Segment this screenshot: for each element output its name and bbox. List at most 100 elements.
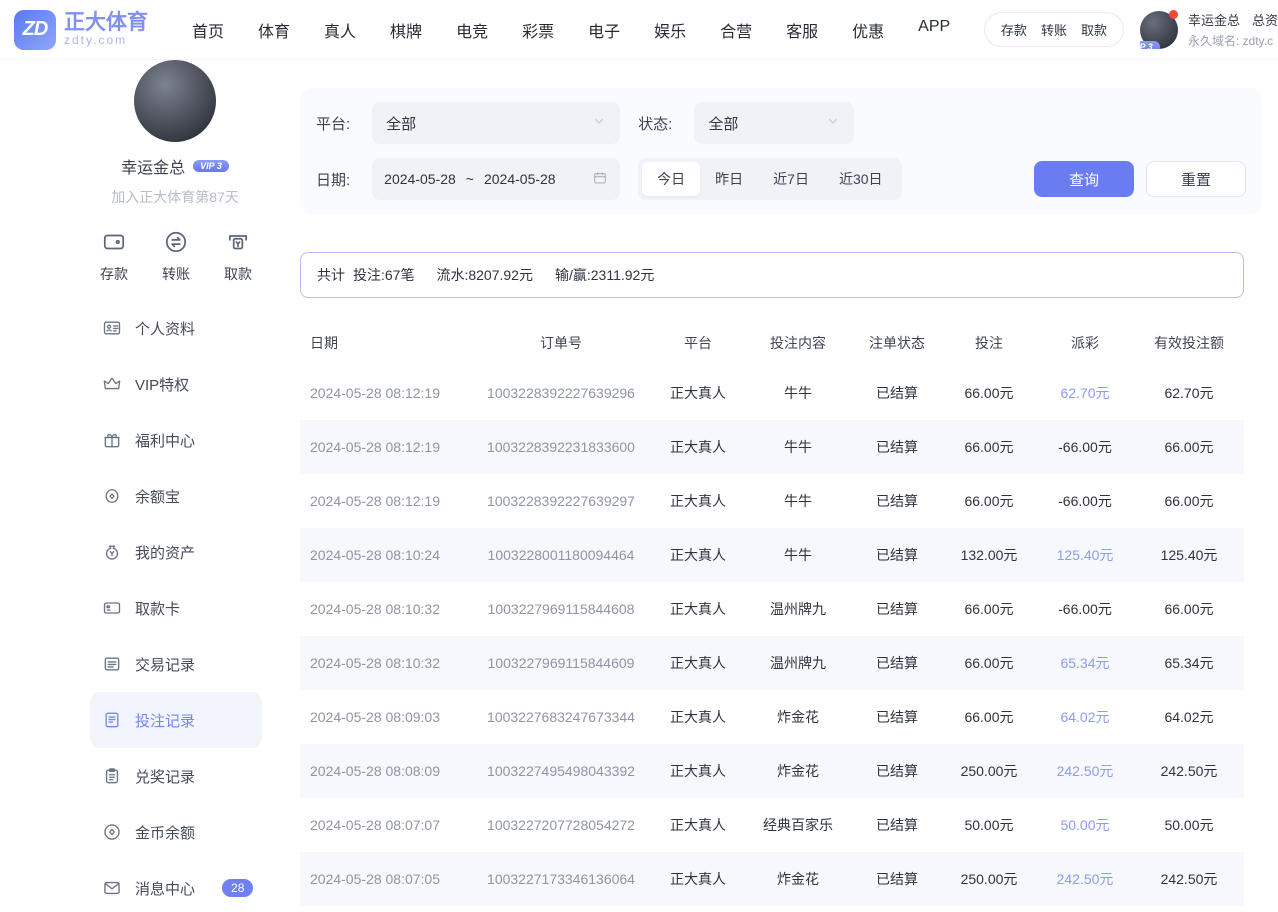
cell-platform: 正大真人 <box>652 852 744 906</box>
range-7days[interactable]: 近7日 <box>758 162 824 196</box>
sidebar-item-withdraw-card[interactable]: 取款卡 <box>60 580 290 636</box>
cell-payout: 64.02元 <box>1036 690 1134 744</box>
status-select[interactable]: 全部 <box>694 102 854 144</box>
cell-valid-bet: 242.50元 <box>1134 744 1244 798</box>
unread-count-badge: 28 <box>222 879 253 897</box>
nav-item-sports[interactable]: 体育 <box>258 18 290 42</box>
nav-item-esports[interactable]: 电竞 <box>456 18 488 42</box>
sidebar-item-coin-balance[interactable]: 金币余额 <box>60 804 290 860</box>
topbar-username: 幸运金总总资 <box>1188 10 1278 29</box>
cell-platform: 正大真人 <box>652 744 744 798</box>
sidebar-menu: 个人资料 VIP特权 福利中心 余额宝 我的资产 取款卡 <box>60 300 290 912</box>
cell-bet-content: 牛牛 <box>744 528 852 582</box>
range-30days[interactable]: 近30日 <box>824 162 898 196</box>
cell-bet-amount: 66.00元 <box>942 420 1036 474</box>
sidebar-item-benefits[interactable]: 福利中心 <box>60 412 290 468</box>
sidebar-item-vip[interactable]: VIP特权 <box>60 356 290 412</box>
cell-bet-content: 炸金花 <box>744 852 852 906</box>
table-row: 2024-05-28 08:12:191003228392231833600正大… <box>300 420 1244 474</box>
nav-item-board-games[interactable]: 棋牌 <box>390 18 422 42</box>
cell-payout: 242.50元 <box>1036 852 1134 906</box>
summary-winloss: 输/赢:2311.92元 <box>555 265 654 285</box>
sidebar-item-bet-records[interactable]: 投注记录 <box>90 692 262 748</box>
cell-payout: -66.00元 <box>1036 420 1134 474</box>
cell-date: 2024-05-28 08:10:24 <box>300 528 470 582</box>
range-today[interactable]: 今日 <box>642 162 700 196</box>
cell-valid-bet: 66.00元 <box>1134 582 1244 636</box>
col-order-no: 订单号 <box>470 320 652 366</box>
search-button[interactable]: 查询 <box>1034 161 1134 197</box>
deposit-button[interactable]: 存款 <box>100 229 128 284</box>
cell-status: 已结算 <box>852 690 942 744</box>
topbar-user[interactable]: VIP 3 幸运金总总资 永久域名: zdty.c <box>1140 10 1278 49</box>
nav-item-live[interactable]: 真人 <box>324 18 356 42</box>
nav-item-partnership[interactable]: 合营 <box>720 18 752 42</box>
col-payout: 派彩 <box>1036 320 1134 366</box>
cell-status: 已结算 <box>852 528 942 582</box>
cell-bet-amount: 50.00元 <box>942 798 1036 852</box>
date-range-input[interactable]: 2024-05-28 ~ 2024-05-28 <box>372 158 620 200</box>
table-row: 2024-05-28 08:12:191003228392227639296正大… <box>300 366 1244 420</box>
profile-avatar[interactable] <box>134 60 216 142</box>
cell-valid-bet: 66.00元 <box>1134 420 1244 474</box>
sidebar-item-profile[interactable]: 个人资料 <box>60 300 290 356</box>
withdraw-button[interactable]: 取款 <box>224 229 252 284</box>
cell-order-no: 1003227969115844608 <box>470 582 652 636</box>
cell-platform: 正大真人 <box>652 690 744 744</box>
main-content: 平台: 全部 状态: 全部 日期: <box>300 60 1262 912</box>
notification-dot <box>1169 10 1178 19</box>
cell-status: 已结算 <box>852 420 942 474</box>
cell-status: 已结算 <box>852 852 942 906</box>
cell-bet-amount: 250.00元 <box>942 852 1036 906</box>
sidebar-item-assets[interactable]: 我的资产 <box>60 524 290 580</box>
table-header-row: 日期 订单号 平台 投注内容 注单状态 投注 派彩 有效投注额 <box>300 320 1244 366</box>
cell-valid-bet: 242.50元 <box>1134 852 1244 906</box>
sidebar-item-redeem-records[interactable]: 兑奖记录 <box>60 748 290 804</box>
date-separator: ~ <box>466 171 474 187</box>
deposit-link[interactable]: 存款 <box>1001 20 1027 39</box>
main-nav: 首页 体育 真人 棋牌 电竞 彩票 电子 娱乐 合营 客服 优惠 APP <box>192 18 950 42</box>
cell-date: 2024-05-28 08:07:05 <box>300 852 470 906</box>
nav-item-promo[interactable]: 优惠 <box>852 18 884 42</box>
brand-logo[interactable]: ZD 正大体育 zdty.com <box>14 10 148 50</box>
sidebar-item-transactions[interactable]: 交易记录 <box>60 636 290 692</box>
nav-item-home[interactable]: 首页 <box>192 18 224 42</box>
cell-valid-bet: 62.70元 <box>1134 366 1244 420</box>
calendar-icon[interactable] <box>592 170 608 189</box>
withdraw-icon <box>225 229 251 258</box>
col-date: 日期 <box>300 320 470 366</box>
cell-date: 2024-05-28 08:09:03 <box>300 690 470 744</box>
date-filter-label: 日期: <box>316 169 350 190</box>
totals-summary-bar: 共计 投注:67笔 流水:8207.92元 输/赢:2311.92元 <box>300 252 1244 298</box>
nav-item-slots[interactable]: 电子 <box>588 18 620 42</box>
cell-platform: 正大真人 <box>652 636 744 690</box>
transfer-link[interactable]: 转账 <box>1041 20 1067 39</box>
nav-item-lottery[interactable]: 彩票 <box>522 18 554 42</box>
table-row: 2024-05-28 08:09:031003227683247673344正大… <box>300 690 1244 744</box>
sidebar: 幸运金总 VIP 3 加入正大体育第87天 存款 转账 取款 <box>60 60 290 912</box>
nav-item-service[interactable]: 客服 <box>786 18 818 42</box>
cell-bet-amount: 132.00元 <box>942 528 1036 582</box>
cell-order-no: 1003227173346136064 <box>470 852 652 906</box>
cell-status: 已结算 <box>852 744 942 798</box>
table-row: 2024-05-28 08:07:051003227173346136064正大… <box>300 852 1244 906</box>
cell-bet-content: 牛牛 <box>744 474 852 528</box>
nav-item-app[interactable]: APP <box>918 18 950 42</box>
cell-date: 2024-05-28 08:12:19 <box>300 366 470 420</box>
platform-select[interactable]: 全部 <box>372 102 620 144</box>
reset-button[interactable]: 重置 <box>1146 161 1246 197</box>
withdraw-link[interactable]: 取款 <box>1081 20 1107 39</box>
brand-logo-icon: ZD <box>14 10 56 50</box>
nav-item-entertainment[interactable]: 娱乐 <box>654 18 686 42</box>
cell-platform: 正大真人 <box>652 798 744 852</box>
range-yesterday[interactable]: 昨日 <box>700 162 758 196</box>
cell-bet-content: 温州牌九 <box>744 636 852 690</box>
cell-valid-bet: 125.40元 <box>1134 528 1244 582</box>
sidebar-item-messages[interactable]: 消息中心 28 <box>60 860 290 912</box>
cell-valid-bet: 65.34元 <box>1134 636 1244 690</box>
brand-name: 正大体育 <box>64 12 148 34</box>
cell-valid-bet: 50.00元 <box>1134 798 1244 852</box>
sidebar-item-yuebao[interactable]: 余额宝 <box>60 468 290 524</box>
transfer-button[interactable]: 转账 <box>162 229 190 284</box>
date-quick-ranges: 今日 昨日 近7日 近30日 <box>638 158 901 200</box>
